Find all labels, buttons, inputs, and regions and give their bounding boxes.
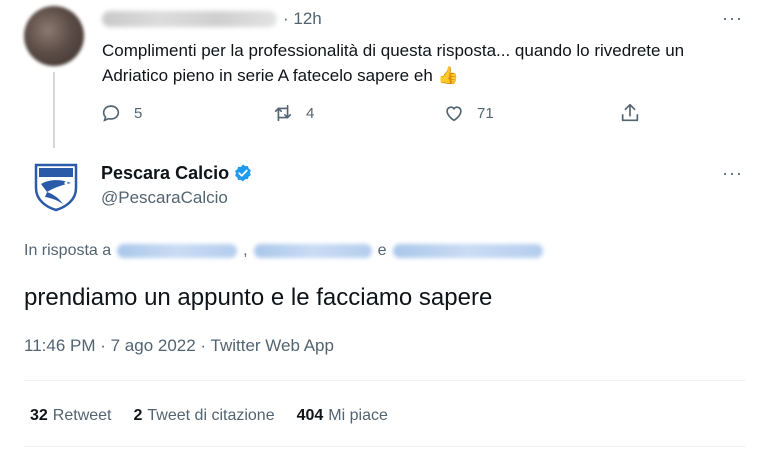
quotes-label: Tweet di citazione — [147, 407, 275, 424]
verified-badge-icon — [235, 164, 251, 182]
mention-separator: , — [243, 242, 248, 259]
reply-tweet-body: Complimenti per la professionalità di qu… — [102, 41, 685, 85]
in-reply-to-line: In risposta a , e — [24, 242, 543, 260]
retweets-stat[interactable]: 32 Retweet — [30, 407, 112, 425]
author-name[interactable]: Pescara Calcio — [101, 163, 229, 184]
redacted-mention[interactable] — [392, 244, 543, 258]
quotes-count: 2 — [133, 407, 143, 424]
tweet-stats: 32 Retweet 2 Tweet di citazione 404 Mi p… — [30, 405, 410, 427]
thumbs-up-emoji: 👍 — [437, 66, 459, 85]
author-name-row[interactable]: Pescara Calcio — [101, 161, 253, 185]
redacted-username[interactable] — [102, 11, 277, 27]
mention-and: e — [377, 242, 387, 259]
reply-tweet-text: Complimenti per la professionalità di qu… — [102, 38, 742, 88]
retweets-count: 32 — [30, 407, 48, 424]
divider — [24, 380, 746, 381]
retweet-count: 4 — [306, 104, 315, 122]
more-options-icon[interactable]: ··· — [722, 8, 743, 29]
tweet-text: prendiamo un appunto e le facciamo saper… — [24, 284, 493, 311]
retweets-label: Retweet — [52, 407, 112, 424]
share-button[interactable] — [619, 102, 641, 124]
share-icon — [621, 103, 639, 122]
more-options-icon[interactable]: ··· — [722, 163, 743, 184]
likes-count: 404 — [296, 407, 324, 424]
retweet-icon — [274, 104, 292, 122]
reply-button[interactable]: 5 — [100, 102, 142, 124]
tweet-thread: · 12h ··· Complimenti per la professiona… — [0, 0, 767, 449]
divider — [24, 446, 746, 447]
tweet-meta[interactable]: 11:46 PM · 7 ago 2022 · Twitter Web App — [24, 336, 334, 356]
reply-tweet-header: · 12h — [102, 8, 322, 30]
likes-label: Mi piace — [328, 407, 388, 424]
retweet-button[interactable]: 4 — [272, 102, 314, 124]
like-count: 71 — [477, 104, 494, 122]
redacted-mention[interactable] — [253, 244, 372, 258]
pescara-logo[interactable] — [33, 162, 79, 212]
in-reply-prefix: In risposta a — [24, 242, 112, 259]
likes-stat[interactable]: 404 Mi piace — [297, 407, 388, 425]
redacted-mention[interactable] — [117, 244, 238, 258]
thread-connector-line — [53, 72, 55, 148]
like-icon — [446, 106, 462, 122]
reply-tweet-actions: 5 4 71 — [100, 102, 660, 128]
quotes-stat[interactable]: 2 Tweet di citazione — [134, 407, 275, 425]
author-handle[interactable]: @PescaraCalcio — [101, 188, 228, 208]
reply-icon — [102, 105, 120, 122]
tweet-timestamp[interactable]: · 12h — [283, 9, 322, 29]
avatar[interactable] — [24, 6, 84, 66]
reply-count: 5 — [134, 104, 143, 122]
like-button[interactable]: 71 — [443, 102, 494, 124]
